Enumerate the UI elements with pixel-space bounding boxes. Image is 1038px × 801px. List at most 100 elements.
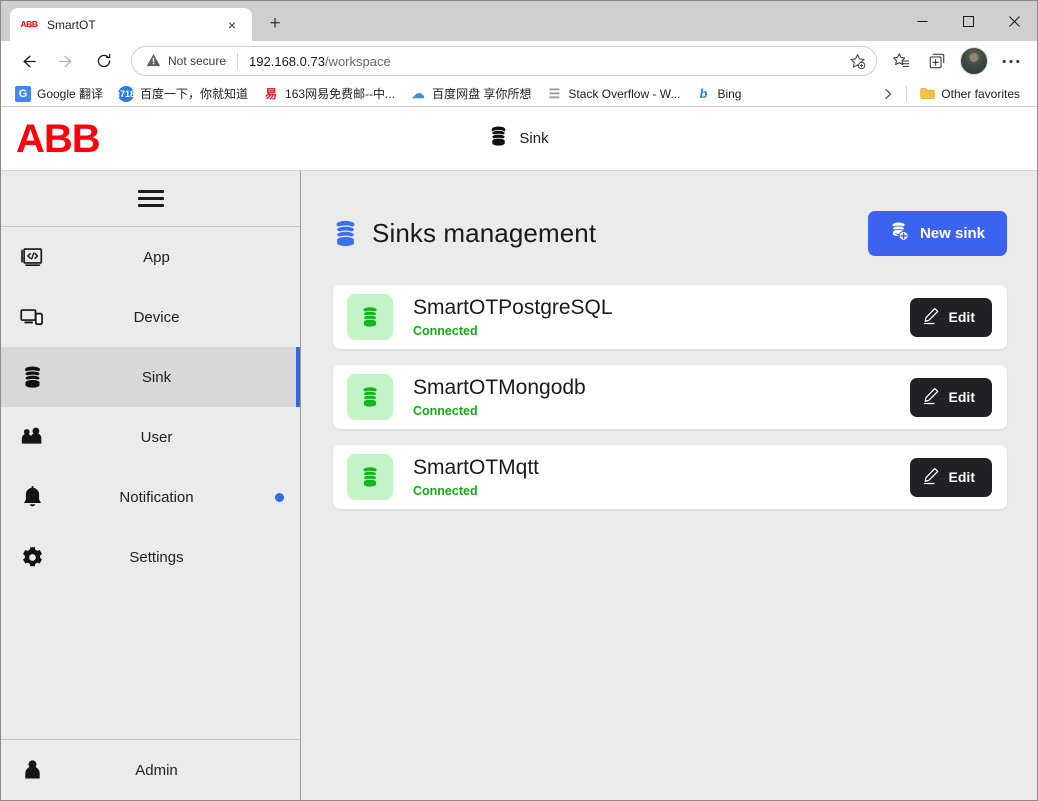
sidebar-toggle-button[interactable]	[1, 171, 300, 227]
abb-logo: ABB	[16, 116, 101, 161]
sidebar-item-label: User	[140, 428, 173, 446]
sidebar-footer-label: Admin	[135, 761, 178, 779]
edit-sink-button[interactable]: Edit	[909, 457, 992, 497]
bookmark-label: 百度网盘 享你所想	[432, 87, 532, 101]
forward-icon	[50, 45, 82, 77]
sink-name: SmartOTMongodb	[413, 376, 586, 400]
close-icon[interactable]: ×	[222, 15, 242, 35]
database-icon	[347, 454, 393, 500]
person-icon	[1, 759, 63, 781]
sink-info: SmartOTMqtt Connected	[413, 456, 910, 497]
bookmark-item[interactable]: ☰ Stack Overflow - W...	[540, 84, 686, 104]
bell-icon	[1, 485, 63, 509]
sink-info: SmartOTPostgreSQL Connected	[413, 296, 910, 337]
sink-card[interactable]: SmartOTMongodb Connected Edit	[333, 365, 1007, 429]
close-window-icon[interactable]	[991, 5, 1037, 37]
sidebar-item-sink[interactable]: Sink	[1, 347, 300, 407]
baidu-icon: \u718a	[112, 85, 140, 102]
reload-icon[interactable]	[88, 45, 120, 77]
hamburger-menu-icon	[137, 190, 164, 207]
code-window-icon	[1, 247, 63, 268]
other-favorites-label: Other favorites	[941, 86, 1020, 101]
bookmark-item[interactable]: 易 163网易免费邮--中...	[257, 83, 401, 104]
sidebar-item-notification[interactable]: Notification	[1, 467, 300, 527]
edit-label: Edit	[948, 469, 975, 485]
address-bar[interactable]: Not secure 192.168.0.73/workspace	[131, 46, 877, 76]
database-add-icon	[890, 222, 909, 246]
new-sink-label: New sink	[919, 225, 985, 242]
maximize-icon[interactable]	[945, 5, 991, 37]
bookmark-label: Bing	[717, 86, 742, 101]
folder-icon	[919, 86, 935, 102]
database-icon	[489, 126, 508, 152]
bookmark-label: Google 翻译	[37, 87, 104, 101]
new-tab-button[interactable]: +	[260, 9, 290, 39]
sink-info: SmartOTMongodb Connected	[413, 376, 910, 417]
sidebar-item-device[interactable]: Device	[1, 287, 300, 347]
minimize-icon[interactable]	[899, 5, 945, 37]
warning-triangle-icon	[146, 53, 161, 70]
edit-sink-button[interactable]: Edit	[909, 297, 992, 337]
browser-window: ABB SmartOT × + Not secure 192.168.0.73/…	[0, 0, 1038, 801]
sink-name: SmartOTMqtt	[413, 456, 540, 480]
sidebar-item-label: Notification	[119, 488, 194, 506]
collections-icon[interactable]	[921, 45, 953, 77]
devices-icon	[1, 307, 63, 327]
sink-name: SmartOTPostgreSQL	[413, 296, 613, 320]
bookmark-item[interactable]: ☁ 百度网盘 享你所想	[404, 83, 537, 104]
baidu-pan-icon: ☁	[411, 85, 425, 101]
url-path: /workspace	[324, 53, 391, 69]
favorites-add-icon[interactable]	[844, 48, 870, 74]
security-indicator[interactable]: Not secure	[146, 53, 226, 70]
back-icon[interactable]	[12, 45, 44, 77]
google-translate-icon: G	[15, 85, 31, 102]
web-page: ABB Sink App Device Sink User Notificati…	[1, 107, 1037, 800]
bookmark-item[interactable]: \u718a 百度一下，你就知道	[112, 83, 254, 104]
sidebar: App Device Sink User Notification Settin…	[1, 171, 301, 800]
browser-toolbar: Not secure 192.168.0.73/workspace	[1, 41, 1037, 81]
app-header-title: Sink	[519, 130, 549, 147]
main-content: Sinks management New sink SmartOTPostgre…	[301, 171, 1037, 800]
database-icon	[347, 374, 393, 420]
sink-card[interactable]: SmartOTMqtt Connected Edit	[333, 445, 1007, 509]
new-sink-button[interactable]: New sink	[867, 211, 1007, 256]
other-favorites-button[interactable]: Other favorites	[913, 84, 1026, 104]
pencil-icon	[923, 307, 940, 328]
sidebar-item-label: App	[143, 248, 170, 266]
profile-avatar[interactable]	[960, 47, 988, 75]
settings-more-icon[interactable]	[995, 45, 1027, 77]
database-icon	[333, 220, 358, 248]
abb-favicon-text: ABB	[20, 19, 38, 30]
gear-icon	[1, 546, 63, 569]
sinks-list: SmartOTPostgreSQL Connected Edit SmartOT…	[333, 285, 1007, 509]
tab-favicon-abb: ABB	[20, 17, 38, 33]
edit-sink-button[interactable]: Edit	[909, 377, 992, 417]
sidebar-item-settings[interactable]: Settings	[1, 527, 300, 587]
status-badge: Connected	[413, 323, 478, 338]
database-icon	[1, 366, 63, 389]
main-header: Sinks management New sink	[333, 211, 1007, 256]
netease-mail-icon: 易	[265, 87, 278, 101]
bookmarks-divider	[906, 85, 908, 102]
bing-icon: b	[699, 86, 708, 101]
app-header: ABB Sink	[1, 107, 1037, 171]
stackoverflow-icon: ☰	[548, 85, 561, 101]
sink-card[interactable]: SmartOTPostgreSQL Connected Edit	[333, 285, 1007, 349]
sidebar-item-label: Device	[133, 308, 180, 326]
sidebar-footer: Admin	[1, 739, 300, 800]
bookmark-label: 163网易免费邮--中...	[285, 87, 396, 101]
sidebar-item-app[interactable]: App	[1, 227, 300, 287]
bookmarks-overflow-icon[interactable]	[876, 88, 900, 100]
sidebar-item-label: Settings	[129, 548, 184, 566]
sidebar-item-user[interactable]: User	[1, 407, 300, 467]
bookmark-item[interactable]: G Google 翻译	[9, 83, 109, 104]
page-title: Sinks management	[372, 218, 597, 248]
sidebar-item-admin[interactable]: Admin	[1, 740, 300, 800]
app-header-center: Sink	[1, 126, 1037, 152]
status-badge: Connected	[413, 403, 478, 418]
browser-tab-smartot[interactable]: ABB SmartOT ×	[10, 8, 252, 41]
security-label: Not secure	[168, 54, 227, 68]
bookmark-item[interactable]: b Bing	[689, 84, 747, 104]
status-badge: Connected	[413, 483, 478, 498]
favorites-list-icon[interactable]	[885, 45, 917, 77]
